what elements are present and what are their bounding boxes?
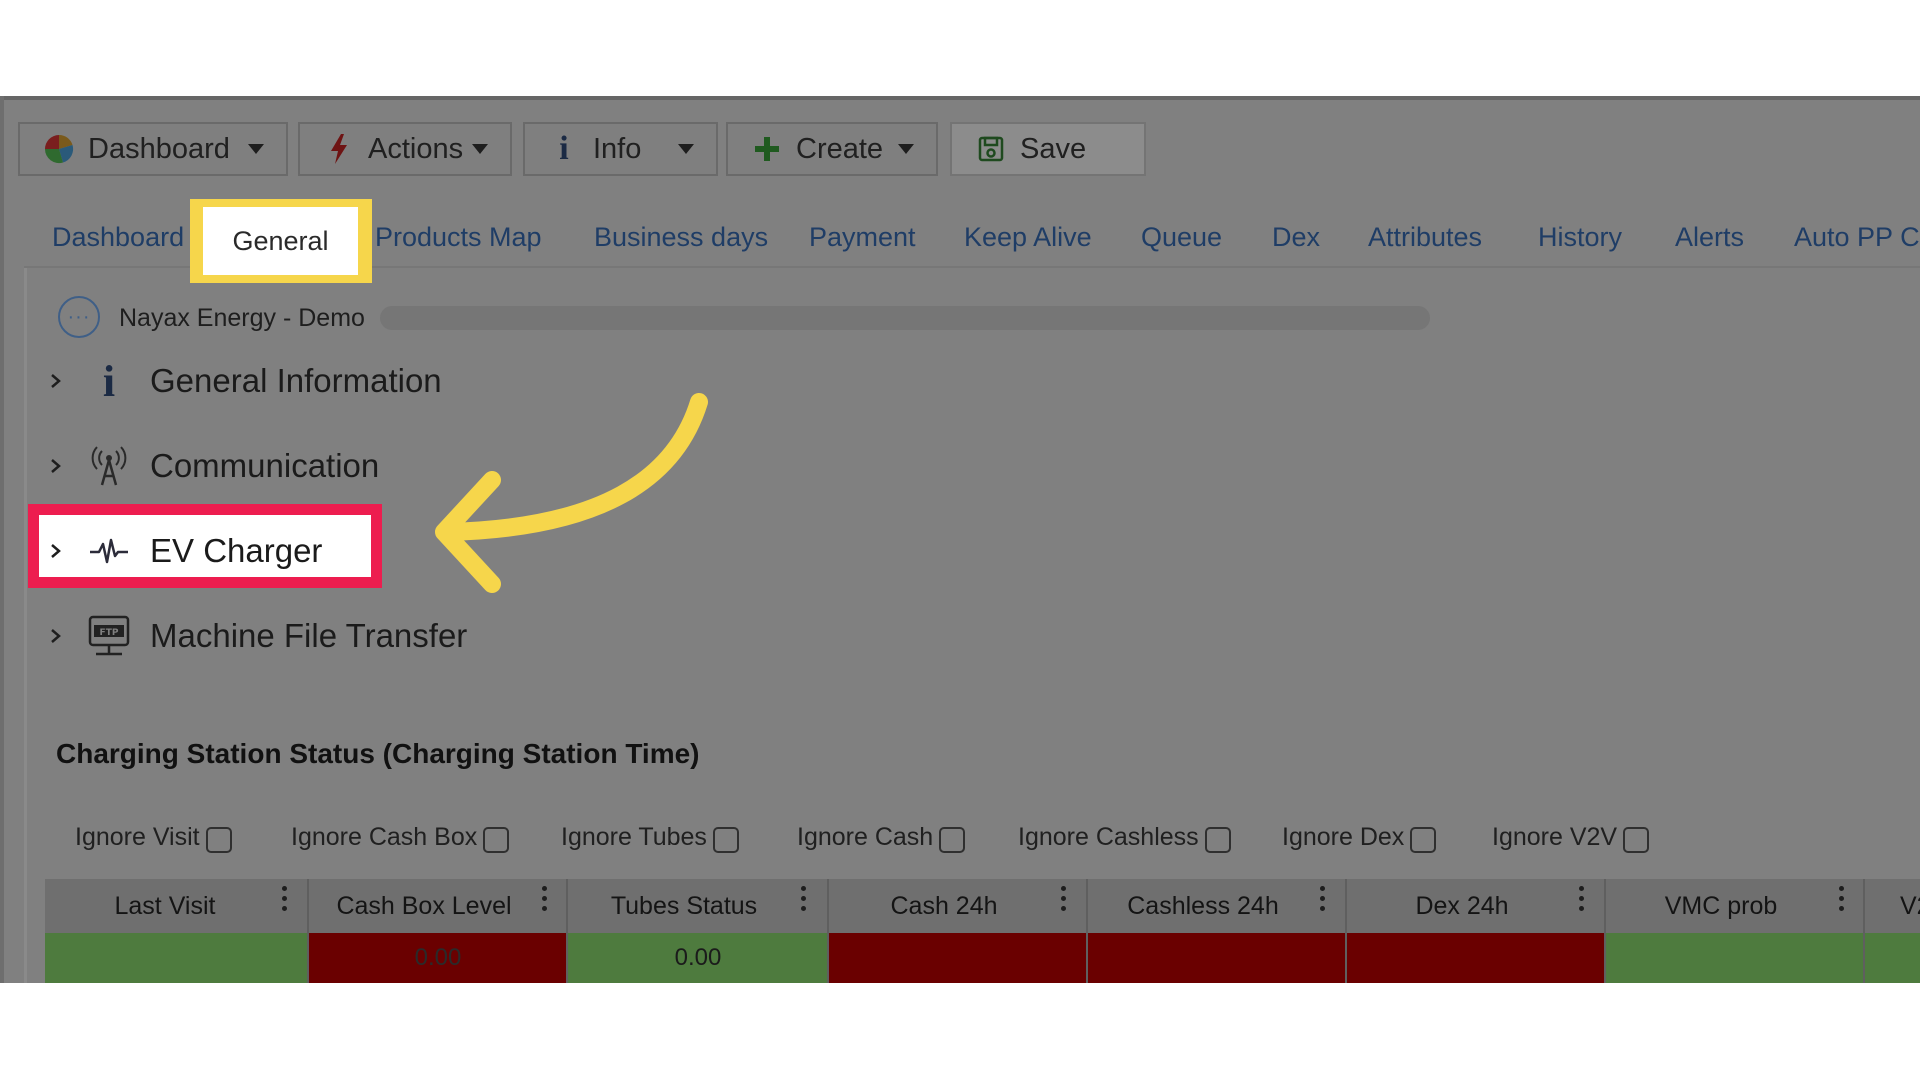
annotation-arrow-icon xyxy=(435,393,708,593)
